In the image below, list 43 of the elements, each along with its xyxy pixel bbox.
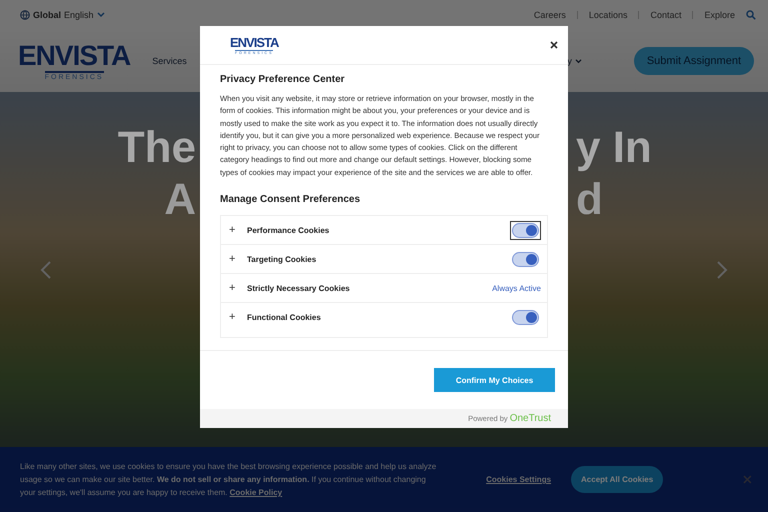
chevron-down-icon[interactable] [96, 12, 105, 18]
language-label[interactable]: English [64, 10, 94, 20]
cookie-category-row[interactable]: + Performance Cookies [221, 216, 547, 246]
cookies-settings-link[interactable]: Cookies Settings [486, 475, 552, 484]
category-label: Performance Cookies [247, 226, 330, 235]
hero-heading: y In [576, 122, 653, 174]
chevron-down-icon [574, 58, 582, 64]
confirm-choices-button[interactable]: Confirm My Choices [434, 368, 555, 392]
category-label: Functional Cookies [247, 312, 322, 322]
dialog-title: Privacy Preference Center [220, 74, 346, 85]
top-nav-link[interactable]: Contact [650, 10, 682, 20]
category-label: Strictly Necessary Cookies [247, 284, 351, 293]
section-title: Manage Consent Preferences [220, 194, 362, 206]
cookie-policy-link[interactable]: Cookie Policy [230, 488, 282, 497]
search-icon[interactable] [746, 10, 756, 20]
accept-all-cookies-button[interactable]: Accept All Cookies [571, 466, 664, 493]
top-nav-link[interactable]: Locations [588, 10, 628, 20]
globe-icon [20, 10, 30, 20]
expand-icon[interactable]: + [229, 282, 238, 294]
region-label[interactable]: Global [33, 10, 62, 20]
top-nav-link[interactable]: Careers [534, 10, 566, 20]
toggle-switch[interactable] [512, 310, 539, 325]
submit-assignment-button[interactable]: Submit Assignment [634, 47, 754, 75]
expand-icon[interactable]: + [229, 311, 238, 324]
chevron-right-icon[interactable] [716, 260, 728, 280]
close-icon[interactable] [550, 41, 558, 49]
cookie-category-row[interactable]: + Strictly Necessary Cookies Always Active [221, 274, 547, 304]
nav-item[interactable]: Services [152, 56, 187, 66]
cookie-notice-text: Like many other sites, we use cookies to ensure you have the best browsing experience possible and help us analyze usage so we can make our site better. We do not sell or share any information. If you continue without changing your settings, we'll assume you are happy to receive them. Cookie Policy [20, 461, 438, 499]
expand-icon[interactable]: + [229, 224, 238, 236]
top-nav-link[interactable]: Explore [704, 10, 735, 20]
hero-heading: The [116, 122, 196, 174]
brand-logo[interactable]: OneTrust [510, 413, 551, 424]
nav-item[interactable]: y [567, 56, 582, 66]
expand-icon[interactable]: + [229, 253, 238, 266]
category-status: Always Active [492, 284, 541, 293]
chevron-left-icon[interactable] [40, 260, 52, 280]
cookie-category-row[interactable]: + Functional Cookies [221, 303, 547, 332]
cookie-category-row[interactable]: + Targeting Cookies [221, 245, 547, 274]
hero-heading: A [163, 174, 196, 226]
hero-heading: d [576, 174, 604, 226]
category-label: Targeting Cookies [247, 254, 318, 264]
toggle-switch[interactable] [512, 252, 539, 267]
